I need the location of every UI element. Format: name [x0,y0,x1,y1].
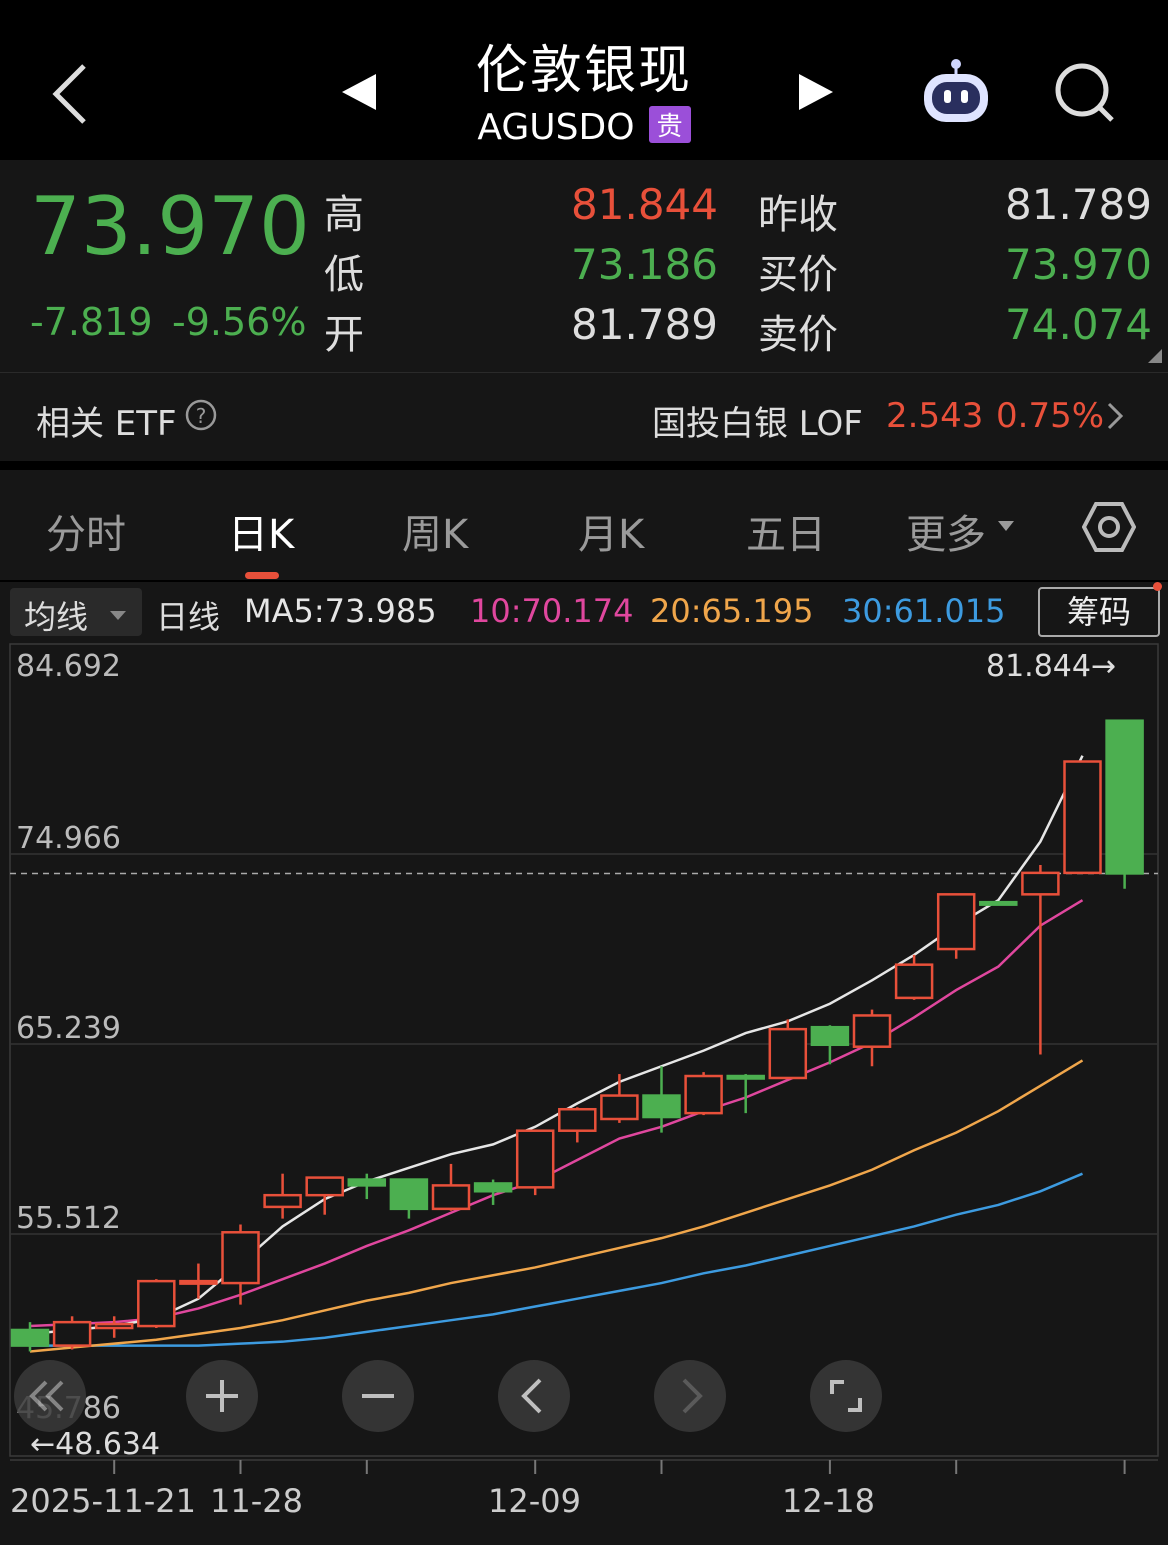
prev-close-label: 昨收 [758,192,838,238]
bid-label: 买价 [758,252,838,298]
candle-body [179,1279,218,1285]
candle-body [558,1107,597,1132]
robot-assistant-icon[interactable] [918,56,994,126]
candle-body [852,1014,892,1048]
ma5-value: MA5:73.985 [244,592,437,630]
ma-period: 日线 [156,598,221,636]
candle-body [431,1184,471,1211]
candle-body [137,1279,176,1328]
etf-pct: 0.75% [996,396,1105,436]
price-change: -7.819 [30,300,153,344]
svg-text:?: ? [196,404,207,428]
candle-body [1021,871,1060,896]
next-instrument-icon[interactable] [795,72,835,112]
y-axis-label: 65.239 [16,1011,121,1046]
high-marker: 81.844→ [986,649,1116,684]
candle-body [305,1176,344,1197]
ma20-value: 20:65.195 [650,592,814,630]
low-marker: ←48.634 [30,1427,160,1462]
ma30-line [30,1172,1083,1347]
candle-body [52,1320,92,1347]
zoom-in-button[interactable] [186,1360,258,1432]
caret-down-icon [108,606,128,620]
low-label: 低 [324,252,364,298]
candle-body [810,1025,850,1047]
search-icon[interactable] [1052,60,1118,126]
low-value: 73.186 [571,240,718,289]
candle-body [768,1027,808,1080]
chevron-right-icon[interactable] [1104,400,1126,432]
ma20-line [29,1059,1084,1353]
candle-body [894,963,934,1000]
candle-body [600,1094,639,1121]
high-value: 81.844 [571,180,718,229]
candle-body [515,1129,555,1189]
ask-label: 卖价 [758,312,838,358]
zoom-out-button[interactable] [342,1360,414,1432]
tab-intraday[interactable]: 分时 [46,502,126,560]
scroll-left-button[interactable] [498,1360,570,1432]
open-value: 81.789 [571,300,718,349]
candle-body [389,1178,429,1211]
candle-body [10,1328,50,1347]
x-axis-label: 2025-11-21 [10,1482,196,1520]
prev-close-value: 81.789 [1005,180,1152,229]
kline-chart[interactable]: 84.69274.96665.23955.51245.78681.844→←48… [0,642,1168,1545]
etf-name: 国投白银 LOF [652,404,863,444]
candle-body [94,1322,134,1330]
active-tab-indicator [245,572,279,579]
expand-corner-icon[interactable] [1148,348,1162,363]
candle-body [642,1094,681,1119]
candle-body [473,1182,513,1193]
scroll-right-button[interactable] [654,1360,726,1432]
candle-body [726,1074,765,1080]
candle-body [684,1074,723,1115]
ask-value: 74.074 [1005,300,1152,349]
help-icon[interactable]: ? [184,398,218,432]
instrument-code: AGUSDO [477,107,635,148]
high-label: 高 [324,192,364,238]
ma-selector[interactable]: 均线 [10,588,142,636]
chip-distribution-button[interactable]: 筹码 [1038,587,1160,637]
last-price: 73.970 [30,180,310,273]
fullscreen-button[interactable] [810,1360,882,1432]
chart-frame [9,643,1159,1457]
etf-label: 相关 ETF [36,404,177,444]
candle-body [263,1193,302,1209]
etf-price: 2.543 [886,396,984,436]
notification-dot [1153,582,1162,591]
candle-body [936,893,976,951]
category-badge: 贵 [648,106,691,143]
candle-body [221,1231,260,1285]
ma5-line [29,755,1084,1336]
candle-body [347,1178,387,1187]
tab-five-day[interactable]: 五日 [746,502,826,560]
open-label: 开 [324,312,364,358]
bid-value: 73.970 [1005,240,1152,289]
candle-body [979,900,1018,906]
y-axis-label: 74.966 [16,821,121,856]
candle-body [1105,719,1144,875]
candle-body [1063,760,1102,875]
tab-monthly-k[interactable]: 月K [578,502,644,560]
x-axis-label: 12-18 [782,1482,875,1520]
ma10-value: 10:70.174 [470,592,634,630]
tab-more[interactable]: 更多 [906,502,986,560]
price-change-pct: -9.56% [172,300,307,344]
x-axis-label: 12-09 [488,1482,581,1520]
tab-weekly-k[interactable]: 周K [402,502,468,560]
caret-down-icon [996,518,1016,532]
y-axis-label: 84.692 [16,649,121,684]
ma30-value: 30:61.015 [842,592,1006,630]
settings-icon[interactable] [1081,500,1137,554]
tab-daily-k[interactable]: 日K [228,502,294,560]
ma-selector-label: 均线 [24,598,89,636]
x-axis-label: 11-28 [210,1482,303,1520]
y-axis-label: 55.512 [16,1201,121,1236]
scroll-left-fast-button[interactable] [14,1360,86,1432]
